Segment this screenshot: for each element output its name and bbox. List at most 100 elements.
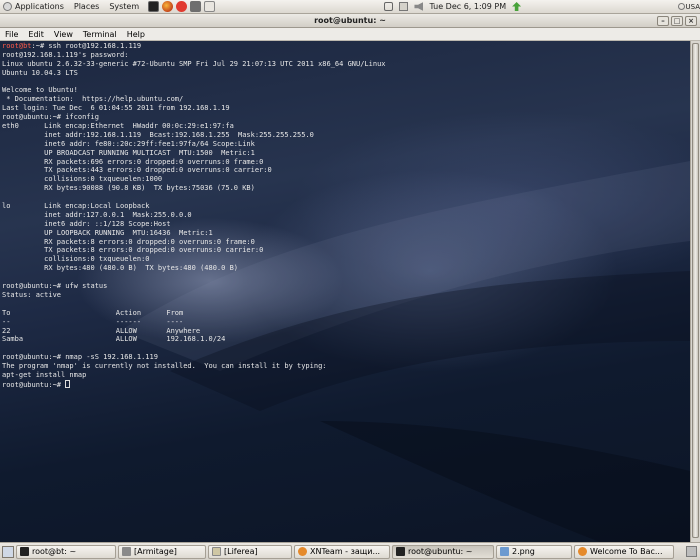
terminal-lines: root@bt:~# ssh root@192.168.1.119 root@19… [2, 42, 688, 389]
terminal-menubar: File Edit View Terminal Help [0, 28, 700, 41]
line-text: -- ------ ---- [2, 317, 184, 326]
foot-icon [3, 2, 12, 11]
line-text: Linux ubuntu 2.6.32-33-generic #72-Ubunt… [2, 59, 386, 68]
terminal-line: RX bytes:90088 (90.8 KB) TX bytes:75036 … [2, 184, 688, 193]
terminal-line: root@192.168.1.119's password: [2, 51, 688, 60]
document-icon[interactable] [204, 1, 216, 12]
line-text: Status: active [2, 290, 62, 299]
clock[interactable]: Tue Dec 6, 1:09 PM [429, 2, 506, 11]
terminal-line: inet addr:127.0.0.1 Mask:255.0.0.0 [2, 211, 688, 220]
line-text: inet6 addr: fe80::20c:29ff:fee1:97fa/64 … [2, 139, 255, 148]
taskbar-button[interactable]: XNTeam - защи... [294, 544, 390, 559]
minimize-button[interactable]: – [657, 16, 669, 26]
menu-view[interactable]: View [49, 30, 78, 39]
menu-file[interactable]: File [0, 30, 23, 39]
terminal-line: root@ubuntu:~# ifconfig [2, 113, 688, 122]
tool-icon[interactable] [190, 1, 202, 12]
line-text: RX bytes:90088 (90.8 KB) TX bytes:75036 … [2, 184, 255, 193]
show-desktop-button[interactable] [2, 545, 14, 558]
menu-edit[interactable]: Edit [23, 30, 49, 39]
terminal-line: inet addr:192.168.1.119 Bcast:192.168.1.… [2, 131, 688, 140]
terminal-line: The program 'nmap' is currently not inst… [2, 362, 688, 371]
terminal-line: collisions:0 txqueuelen:0 [2, 255, 688, 264]
system-menu[interactable]: System [104, 0, 144, 14]
line-text: The program 'nmap' is currently not inst… [2, 362, 327, 371]
trash-icon[interactable] [686, 546, 697, 557]
terminal-line: root@ubuntu:~# nmap -sS 192.168.1.119 [2, 353, 688, 362]
taskbar-button[interactable]: root@bt: ~ [16, 544, 116, 559]
window-controls: – □ × [657, 16, 697, 26]
line-text: TX packets:8 errors:0 dropped:0 overruns… [2, 246, 264, 255]
applications-menu[interactable]: Applications [0, 0, 69, 14]
terminal-icon[interactable] [148, 1, 160, 12]
terminal-line: RX packets:8 errors:0 dropped:0 overruns… [2, 238, 688, 247]
image-icon [500, 547, 509, 556]
update-icon[interactable] [512, 2, 522, 11]
close-button[interactable]: × [685, 16, 697, 26]
line-text: RX packets:696 errors:0 dropped:0 overru… [2, 157, 264, 166]
text-cursor [65, 379, 71, 388]
line-text: UP BROADCAST RUNNING MULTICAST MTU:1500 … [2, 148, 255, 157]
line-text: 22 ALLOW Anywhere [2, 326, 201, 335]
taskbar-button[interactable]: Welcome To Bac... [574, 544, 674, 559]
line-text: root@192.168.1.119's password: [2, 50, 129, 59]
terminal-output[interactable]: root@bt:~# ssh root@192.168.1.119 root@19… [0, 41, 690, 542]
terminal-window: root@ubuntu: ~ – □ × File Edit View Term… [0, 14, 700, 542]
command-text: :~# ssh root@192.168.1.119 [31, 42, 142, 50]
armitage-icon [122, 547, 131, 556]
keyboard-layout-indicator[interactable]: USA [677, 3, 700, 11]
liferea-icon [212, 547, 221, 556]
prompt-host: root@bt [2, 42, 32, 50]
terminal-line: inet6 addr: fe80::20c:29ff:fee1:97fa/64 … [2, 140, 688, 149]
line-text: * Documentation: https://help.ubuntu.com… [2, 95, 184, 104]
network-icon[interactable] [384, 2, 394, 11]
taskbar-button[interactable]: 2.png [496, 544, 572, 559]
window-titlebar[interactable]: root@ubuntu: ~ – □ × [0, 14, 700, 28]
taskbar-button[interactable]: [Liferea] [208, 544, 292, 559]
taskbar-button-label: [Armitage] [134, 547, 177, 556]
places-menu[interactable]: Places [69, 0, 104, 14]
terminal-line: To Action From [2, 309, 688, 318]
terminal-line: Status: active [2, 291, 688, 300]
volume-icon[interactable] [414, 2, 424, 11]
line-text: eth0 Link encap:Ethernet HWaddr 00:0c:29… [2, 122, 234, 131]
terminal-line: RX bytes:480 (480.0 B) TX bytes:480 (480… [2, 264, 688, 273]
terminal-line: * Documentation: https://help.ubuntu.com… [2, 95, 688, 104]
terminal-line: TX packets:8 errors:0 dropped:0 overruns… [2, 246, 688, 255]
top-panel: Applications Places System Tue Dec 6, 1:… [0, 0, 700, 14]
terminal-line: -- ------ ---- [2, 318, 688, 327]
terminal-line: root@ubuntu:~# ufw status [2, 282, 688, 291]
terminal-line: root@ubuntu:~# [2, 379, 688, 389]
maximize-button[interactable]: □ [671, 16, 683, 26]
power-icon [677, 3, 685, 10]
line-text: lo Link encap:Local Loopback [2, 202, 150, 211]
terminal-scrollbar[interactable] [690, 41, 700, 542]
terminal-line: collisions:0 txqueuelen:1000 [2, 175, 688, 184]
menu-terminal[interactable]: Terminal [78, 30, 122, 39]
line-text: To Action From [2, 308, 184, 317]
terminal-line: RX packets:696 errors:0 dropped:0 overru… [2, 158, 688, 167]
taskbar-button-label: [Liferea] [224, 547, 258, 556]
mail-icon[interactable] [399, 2, 409, 11]
scrollbar-thumb[interactable] [692, 43, 699, 538]
x-icon[interactable] [176, 1, 188, 12]
terminal-line: eth0 Link encap:Ethernet HWaddr 00:0c:29… [2, 122, 688, 131]
firefox-icon[interactable] [162, 1, 174, 12]
terminal-icon [396, 547, 405, 556]
terminal-line: Last login: Tue Dec 6 01:04:55 2011 from… [2, 104, 688, 113]
terminal-line: Ubuntu 10.04.3 LTS [2, 69, 688, 78]
line-text: Ubuntu 10.04.3 LTS [2, 68, 78, 77]
line-text: inet addr:127.0.0.1 Mask:255.0.0.0 [2, 210, 192, 219]
terminal-line: TX packets:443 errors:0 dropped:0 overru… [2, 166, 688, 175]
taskbar-button[interactable]: [Armitage] [118, 544, 206, 559]
line-text: Last login: Tue Dec 6 01:04:55 2011 from… [2, 104, 230, 113]
menu-help[interactable]: Help [122, 30, 150, 39]
terminal-line: UP LOOPBACK RUNNING MTU:16436 Metric:1 [2, 229, 688, 238]
taskbar-button-label: 2.png [512, 547, 535, 556]
launcher-group [148, 1, 216, 12]
taskbar-button[interactable]: root@ubuntu: ~ [392, 544, 494, 559]
